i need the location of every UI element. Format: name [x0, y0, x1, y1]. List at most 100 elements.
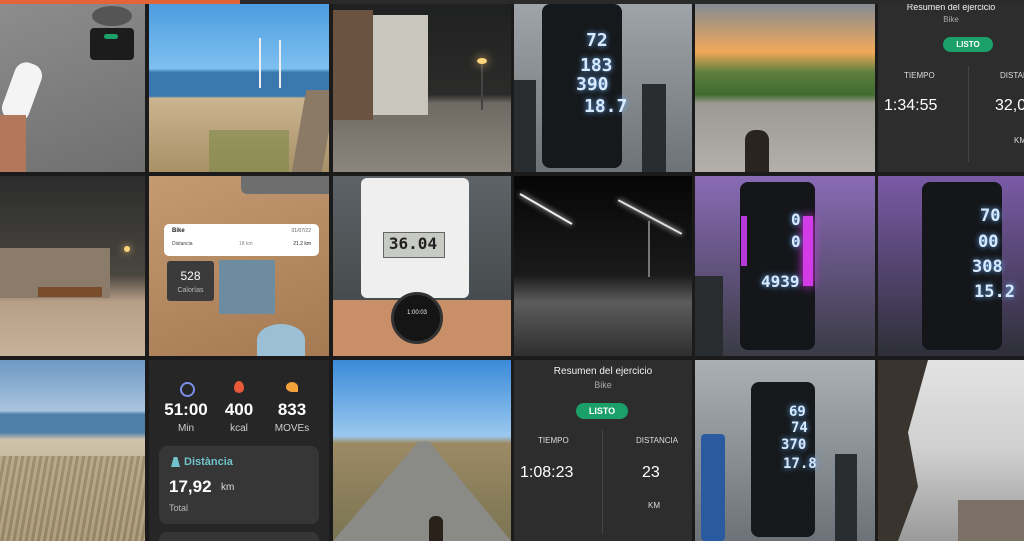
photo-night-bw-promenade[interactable]: [514, 176, 692, 356]
time-label: TIEMPO: [538, 436, 569, 445]
app-card-title: Bike: [172, 228, 185, 234]
dune-grass-shape: [0, 456, 145, 541]
distance-label: DISTAN: [1000, 71, 1024, 80]
photo-night-street[interactable]: [333, 0, 511, 172]
summary-title: Resumen del ejercicio: [553, 366, 653, 377]
shoe-shape: [257, 324, 305, 356]
distance-unit: km: [221, 482, 235, 493]
photo-app-card-table[interactable]: Bike 01/07/22 Distancia 18 km 21.2 km 52…: [149, 176, 329, 356]
console-value: 00: [978, 232, 999, 252]
distance-label: DISTANCIA: [636, 436, 679, 445]
console-value: 18.7: [584, 96, 628, 117]
distance-unit: KM: [1014, 136, 1024, 145]
handlebar-shape: [642, 84, 666, 172]
distance-card[interactable]: Distància 17,92 km Total: [159, 446, 319, 524]
console-value: 0: [791, 210, 801, 229]
time-value: 1:34:55: [884, 97, 938, 114]
photo-cliff-rock[interactable]: [878, 360, 1024, 541]
photo-long-road[interactable]: [333, 360, 511, 541]
time-label: TIEMPO: [904, 71, 935, 80]
distance-unit: KM: [648, 501, 660, 510]
grass-shape: [209, 130, 289, 172]
photo-beach-sailboats[interactable]: [149, 0, 329, 172]
dog-shape: [745, 130, 769, 172]
watch-screen: [90, 28, 134, 60]
building-shape: [373, 15, 428, 115]
streetlamp-shape: [481, 60, 483, 110]
time-value: 1:08:23: [520, 464, 574, 481]
leg-shape: [0, 115, 26, 172]
moves-icon: [286, 382, 298, 392]
photo-bike-machine-2[interactable]: 0 0 4939: [695, 176, 875, 356]
clock-icon: [180, 382, 195, 397]
summary-subtitle: Bike: [943, 15, 959, 24]
kcal-label: kcal: [230, 423, 248, 434]
photo-beach-dunes[interactable]: [0, 360, 145, 541]
handlebar-shape: [835, 454, 857, 541]
watch-time: 1:00:03: [406, 310, 428, 316]
app-card-distance-value: 21.2 km: [293, 241, 311, 247]
puddle-shape: [92, 6, 132, 26]
console-value: 17.8: [783, 456, 817, 472]
photo-bench-park[interactable]: [0, 176, 145, 356]
flame-icon: [234, 381, 244, 393]
min-value: 51:00: [164, 400, 208, 419]
light-flare: [617, 199, 683, 235]
photo-bike-machine-3[interactable]: 70 00 308 15.2: [878, 176, 1024, 356]
listo-button[interactable]: LISTO: [576, 403, 628, 419]
handlebar-shape: [514, 80, 536, 172]
exercise-summary-bottom[interactable]: Resumen del ejercicio Bike LISTO TIEMPO …: [514, 360, 692, 541]
app-photo-thumbnail: [219, 260, 275, 314]
summary-divider: [968, 66, 969, 162]
road-shape: [333, 441, 511, 541]
progress-bar: [0, 0, 1024, 4]
distance-value: 32,0: [995, 97, 1024, 114]
console-value: 183: [580, 55, 613, 76]
smartwatch-face: [391, 292, 443, 344]
app-card: Bike 01/07/22 Distancia 18 km 21.2 km: [164, 224, 319, 256]
console-value: 72: [586, 30, 608, 51]
listo-button[interactable]: LISTO: [943, 37, 993, 52]
console-value: 15.2: [974, 282, 1015, 302]
next-card-edge: [159, 532, 319, 541]
lamp-light: [477, 58, 487, 64]
console-value: 0: [791, 232, 801, 251]
distance-value: 23: [642, 464, 660, 481]
app-card-distance-mid: 18 km: [239, 241, 253, 247]
console-value: 370: [781, 437, 807, 453]
app-card-distance-label: Distancia: [172, 241, 193, 247]
app-card-date: 01/07/22: [291, 228, 311, 234]
photo-bike-machine-4[interactable]: 69 74 370 17.8: [695, 360, 875, 541]
calories-label: Calorías: [177, 287, 204, 294]
workout-stats-panel[interactable]: 51:00 400 833 Min kcal MOVEs Distància 1…: [149, 360, 329, 541]
lamp-light: [124, 246, 130, 252]
distance-value: 17,92: [169, 477, 212, 496]
moves-value: 833: [277, 400, 307, 419]
mast-shape: [259, 38, 261, 88]
console-value: 74: [791, 420, 808, 436]
streetlamp-shape: [648, 221, 650, 277]
valley-shape: [958, 500, 1024, 541]
photo-sneaker-feet[interactable]: [0, 0, 145, 172]
console-value: 70: [980, 206, 1001, 226]
progress-fill: [0, 0, 240, 4]
watch-button-shape: [104, 34, 118, 39]
photo-odometer-watch[interactable]: 36.04 1:00:03: [333, 176, 511, 356]
photo-sunset-path-dog[interactable]: [695, 0, 875, 172]
calories-card: 528 Calorías: [167, 261, 214, 301]
console-value: 4939: [761, 272, 800, 291]
odometer-value: 36.04: [388, 234, 438, 253]
photo-bike-machine-1[interactable]: 72 183 390 18.7: [514, 0, 692, 172]
summary-divider: [602, 430, 603, 534]
neon-light: [741, 216, 747, 266]
console-value: 308: [972, 257, 1003, 277]
bench-shape: [38, 287, 102, 297]
light-flare: [519, 193, 573, 225]
phone-edge-shape: [241, 176, 329, 194]
exercise-summary-top[interactable]: Resumen del ejercicio Bike LISTO TIEMPO …: [878, 0, 1024, 172]
summary-subtitle: Bike: [594, 380, 612, 390]
handlebar-shape: [695, 276, 723, 356]
mast-shape: [279, 40, 281, 88]
road-icon: [171, 457, 180, 467]
min-label: Min: [177, 423, 195, 434]
